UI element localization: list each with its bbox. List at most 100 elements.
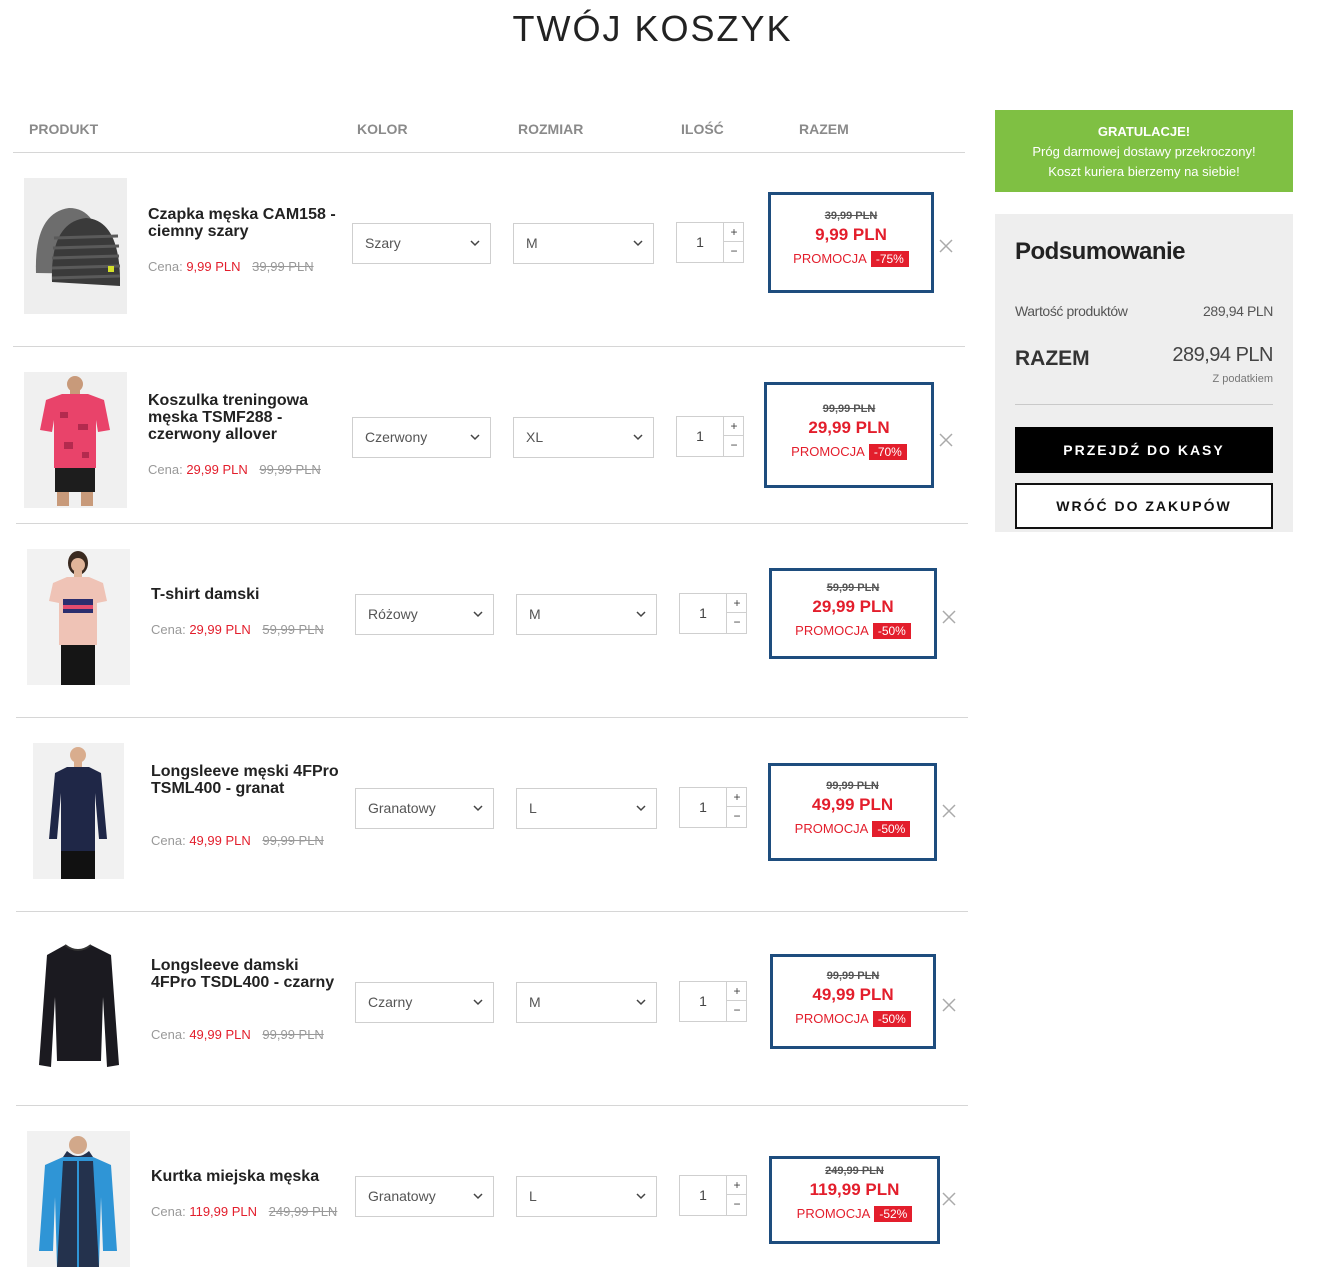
total-old-price: 59,99 PLN — [826, 582, 880, 594]
chevron-down-icon — [636, 611, 646, 618]
promo-text: PROMOCJA — [796, 1206, 871, 1221]
total-old-price: 99,99 PLN — [822, 403, 876, 415]
total-price: 119,99 PLN — [809, 1180, 900, 1199]
size-select[interactable]: L — [516, 788, 657, 829]
banner-line: Próg darmowej dostawy przekroczony! — [1032, 144, 1256, 159]
quantity-stepper[interactable]: 1 + − — [679, 787, 747, 828]
product-price: Cena: 29,99 PLN 99,99 PLN — [148, 462, 321, 477]
product-name[interactable]: Kurtka miejska męska — [151, 1168, 346, 1185]
color-select[interactable]: Czerwony — [352, 417, 491, 458]
quantity-value[interactable]: 1 — [680, 982, 726, 1021]
row-divider — [16, 523, 968, 524]
promo-label: PROMOCJA -50% — [771, 821, 934, 837]
order-summary: Podsumowanie Wartość produktów 289,94 PL… — [995, 214, 1293, 532]
size-select[interactable]: M — [516, 982, 657, 1023]
close-icon[interactable] — [941, 609, 957, 625]
plus-icon[interactable]: + — [727, 594, 747, 613]
continue-shopping-button[interactable]: WRÓĆ DO ZAKUPÓW — [1015, 483, 1273, 529]
quantity-stepper[interactable]: 1 + − — [676, 416, 744, 457]
cart-table: PRODUKT KOLOR ROZMIAR ILOŚĆ RAZEM Czapka… — [0, 0, 980, 1276]
products-value: 289,94 PLN — [1203, 303, 1273, 319]
minus-icon[interactable]: − — [727, 1001, 747, 1020]
minus-icon[interactable]: − — [727, 613, 747, 632]
quantity-stepper[interactable]: 1 + − — [679, 1175, 747, 1216]
promo-label: PROMOCJA -70% — [767, 444, 931, 460]
color-value: Granatowy — [368, 1188, 436, 1204]
size-select[interactable]: M — [513, 223, 654, 264]
chevron-down-icon — [633, 434, 643, 441]
product-image-longsleeve-men[interactable] — [33, 743, 124, 879]
row-divider — [16, 717, 968, 718]
color-select[interactable]: Szary — [352, 223, 491, 264]
checkout-button[interactable]: PRZEJDŹ DO KASY — [1015, 427, 1273, 473]
total-old-price: 99,99 PLN — [826, 780, 879, 792]
price-label: Cena: — [151, 833, 186, 848]
quantity-value[interactable]: 1 — [677, 417, 723, 456]
row-divider — [16, 911, 968, 912]
line-total-box: 99,99 PLN 49,99 PLN PROMOCJA -50% — [768, 763, 937, 861]
quantity-value[interactable]: 1 — [680, 594, 726, 633]
plus-icon[interactable]: + — [724, 417, 744, 436]
total-price: 9,99 PLN — [815, 225, 887, 244]
size-select[interactable]: M — [516, 594, 657, 635]
product-name[interactable]: Longsleeve damski 4FPro TSDL400 - czarny — [151, 957, 346, 991]
line-total-box: 59,99 PLN 29,99 PLN PROMOCJA -50% — [769, 568, 937, 659]
product-name[interactable]: T-shirt damski — [151, 586, 346, 603]
price-label: Cena: — [148, 462, 183, 477]
close-icon[interactable] — [941, 997, 957, 1013]
minus-icon[interactable]: − — [724, 242, 744, 261]
quantity-stepper[interactable]: 1 + − — [679, 593, 747, 634]
discount-badge: -75% — [870, 251, 909, 267]
product-image-tshirt-women[interactable] — [27, 549, 130, 685]
close-icon[interactable] — [938, 432, 954, 448]
product-name[interactable]: Czapka męska CAM158 - ciemny szary — [148, 206, 343, 240]
quantity-value[interactable]: 1 — [680, 788, 726, 827]
current-price: 49,99 PLN — [189, 833, 251, 848]
discount-badge: -50% — [872, 821, 911, 837]
close-icon[interactable] — [941, 1191, 957, 1207]
minus-icon[interactable]: − — [724, 436, 744, 455]
color-select[interactable]: Granatowy — [355, 1176, 494, 1217]
size-select[interactable]: L — [516, 1176, 657, 1217]
header-product: PRODUKT — [29, 121, 99, 137]
color-select[interactable]: Granatowy — [355, 788, 494, 829]
product-name[interactable]: Koszulka treningowa męska TSMF288 - czer… — [148, 392, 343, 443]
minus-icon[interactable]: − — [727, 807, 747, 826]
quantity-stepper[interactable]: 1 + − — [676, 222, 744, 263]
minus-icon[interactable]: − — [727, 1195, 747, 1214]
plus-icon[interactable]: + — [727, 982, 747, 1001]
close-icon[interactable] — [941, 803, 957, 819]
plus-icon[interactable]: + — [727, 1176, 747, 1195]
current-price: 9,99 PLN — [186, 259, 241, 274]
color-select[interactable]: Czarny — [355, 982, 494, 1023]
size-select[interactable]: XL — [513, 417, 654, 458]
product-price: Cena: 29,99 PLN 59,99 PLN — [151, 622, 324, 637]
discount-badge: -50% — [872, 1011, 911, 1027]
header-color: KOLOR — [357, 121, 408, 137]
line-total-box: 39,99 PLN 9,99 PLN PROMOCJA -75% — [768, 192, 934, 293]
product-image-longsleeve-women[interactable] — [27, 937, 130, 1073]
product-image-beanie[interactable] — [24, 178, 127, 314]
promo-text: PROMOCJA — [791, 444, 865, 459]
quantity-value[interactable]: 1 — [680, 1176, 726, 1215]
old-price: 39,99 PLN — [252, 259, 314, 274]
plus-icon[interactable]: + — [727, 788, 747, 807]
summary-divider — [1015, 404, 1273, 405]
product-image-tshirt-red[interactable] — [24, 372, 127, 508]
product-image-jacket[interactable] — [27, 1131, 130, 1267]
quantity-stepper[interactable]: 1 + − — [679, 981, 747, 1022]
chevron-down-icon — [636, 999, 646, 1006]
quantity-value[interactable]: 1 — [677, 223, 723, 262]
old-price: 249,99 PLN — [268, 1204, 338, 1219]
current-price: 29,99 PLN — [189, 622, 251, 637]
plus-icon[interactable]: + — [724, 223, 744, 242]
chevron-down-icon — [473, 611, 483, 618]
color-value: Szary — [365, 235, 401, 251]
color-select[interactable]: Różowy — [355, 594, 494, 635]
header-divider — [13, 152, 965, 153]
promo-label: PROMOCJA -50% — [772, 623, 934, 639]
close-icon[interactable] — [938, 238, 954, 254]
product-name[interactable]: Longsleeve męski 4FPro TSML400 - granat — [151, 763, 346, 797]
products-value-label: Wartość produktów — [1015, 303, 1128, 319]
total-price: 29,99 PLN — [808, 418, 890, 437]
